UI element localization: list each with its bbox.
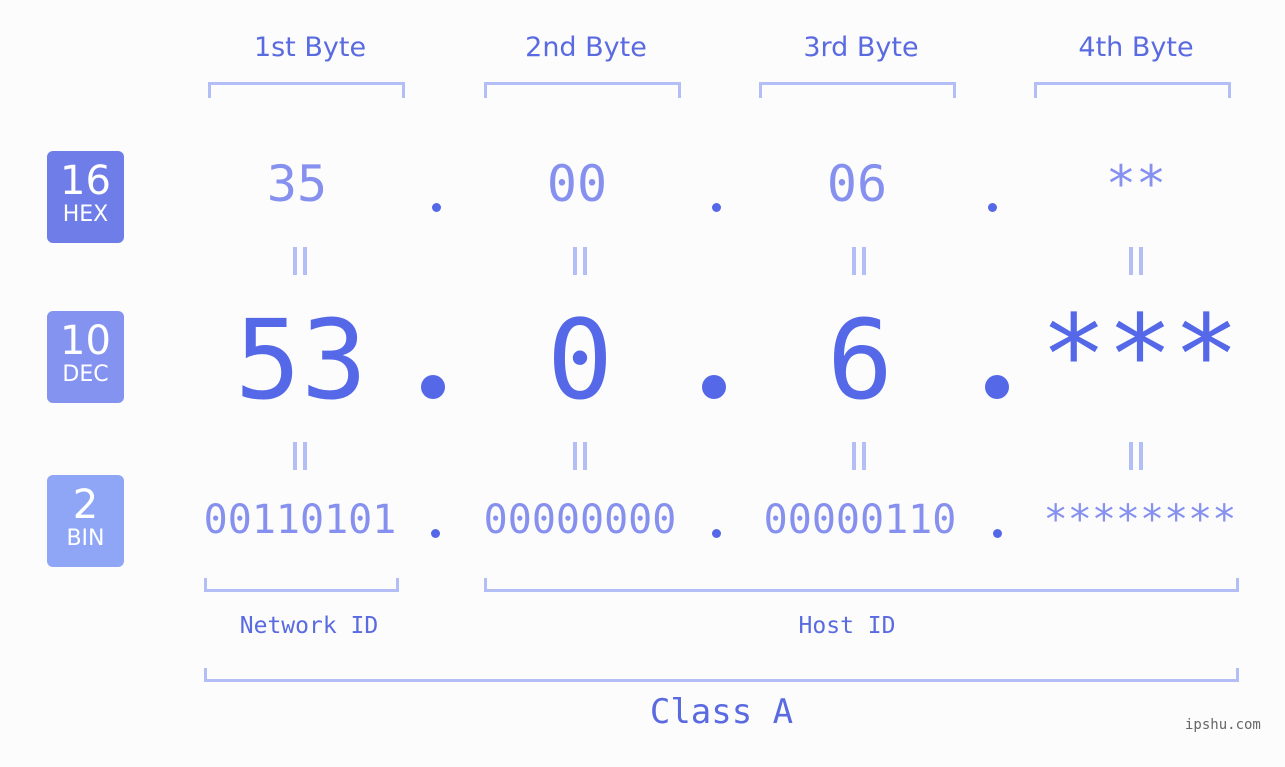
equals-icon: [571, 247, 589, 275]
dec-octet-2: 0: [546, 296, 614, 424]
byte-bracket-3: [759, 82, 956, 98]
byte-header-3: 3rd Byte: [803, 32, 919, 63]
class-label: Class A: [649, 692, 794, 732]
network-id-bracket: [204, 578, 399, 592]
class-bracket: [204, 668, 1239, 682]
equals-icon: [1127, 442, 1145, 470]
hex-separator-dot: [712, 203, 721, 212]
watermark: ipshu.com: [1185, 717, 1261, 733]
hex-separator-dot: [988, 203, 997, 212]
bin-separator-dot: [712, 529, 721, 538]
bin-base-number: 2: [72, 482, 99, 528]
network-id-label: Network ID: [239, 613, 379, 639]
bin-octet-1: 00110101: [203, 497, 397, 543]
bin-separator-dot: [993, 529, 1002, 538]
dec-octet-3: 6: [826, 296, 894, 424]
dec-badge: 10 DEC: [47, 311, 124, 403]
byte-header-4: 4th Byte: [1078, 32, 1194, 63]
bin-base-label: BIN: [66, 526, 105, 551]
dec-separator-dot: [702, 375, 726, 399]
hex-octet-4: **: [1105, 155, 1167, 213]
equals-icon: [291, 442, 309, 470]
bin-octet-4: ********: [1043, 497, 1237, 543]
dec-octet-1: 53: [234, 296, 368, 424]
host-id-label: Host ID: [798, 613, 896, 639]
equals-icon: [1127, 247, 1145, 275]
hex-base-label: HEX: [62, 202, 109, 227]
equals-icon: [850, 247, 868, 275]
dec-octet-4: ***: [1040, 291, 1240, 419]
byte-header-2: 2nd Byte: [525, 32, 647, 63]
dec-separator-dot: [421, 375, 445, 399]
byte-bracket-4: [1034, 82, 1231, 98]
hex-separator-dot: [432, 203, 441, 212]
byte-header-1: 1st Byte: [253, 32, 367, 63]
dec-base-label: DEC: [62, 362, 109, 387]
host-id-bracket: [484, 578, 1239, 592]
byte-bracket-1: [208, 82, 405, 98]
dec-separator-dot: [985, 375, 1009, 399]
hex-badge: 16 HEX: [47, 151, 124, 243]
dec-base-number: 10: [60, 318, 111, 364]
hex-octet-3: 06: [826, 155, 888, 213]
hex-base-number: 16: [60, 158, 111, 204]
bin-separator-dot: [431, 529, 440, 538]
equals-icon: [291, 247, 309, 275]
byte-bracket-2: [484, 82, 681, 98]
equals-icon: [850, 442, 868, 470]
bin-octet-2: 00000000: [483, 497, 677, 543]
bin-octet-3: 00000110: [763, 497, 957, 543]
hex-octet-2: 00: [546, 155, 608, 213]
equals-icon: [571, 442, 589, 470]
bin-badge: 2 BIN: [47, 475, 124, 567]
hex-octet-1: 35: [266, 155, 328, 213]
